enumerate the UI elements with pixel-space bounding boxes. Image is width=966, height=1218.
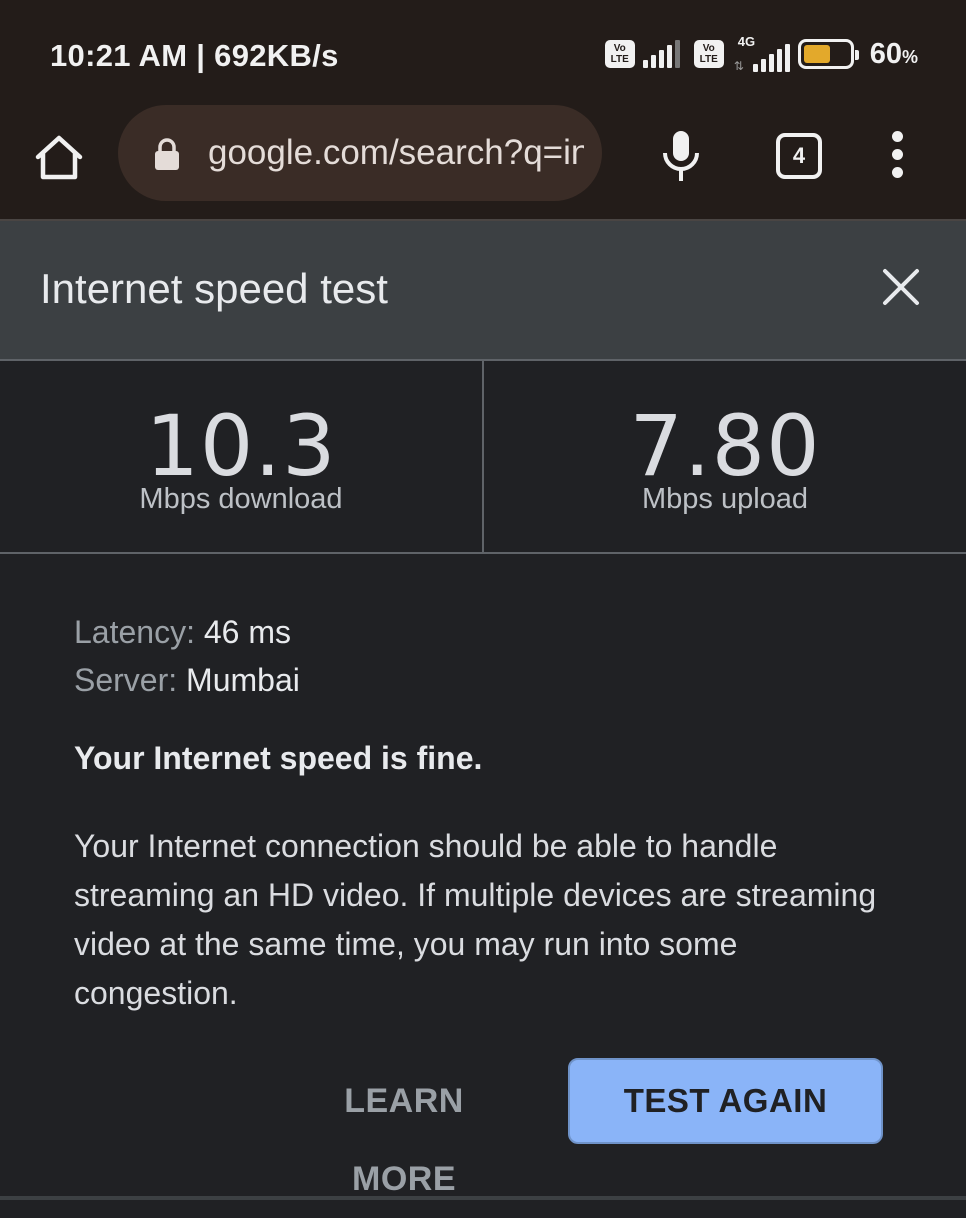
server-label: Server: <box>74 662 178 698</box>
volte-icon: Vo LTE <box>604 40 635 68</box>
status-bar: 10:21 AM | 692KB/s Vo LTE Vo LTE 4G ⇅ 60… <box>0 0 966 105</box>
volte-icon-line1: Vo <box>613 43 626 54</box>
speed-test-header: Internet speed test <box>0 221 966 359</box>
url-bar[interactable]: google.com/search?q=internet+speed+test <box>118 105 602 201</box>
learn-more-button[interactable]: LEARN MORE <box>288 1062 520 1198</box>
volte-icon: Vo LTE <box>693 40 724 68</box>
battery-icon <box>797 39 859 69</box>
network-4g-icon: 4G ⇅ <box>732 34 790 73</box>
test-again-button[interactable]: TEST AGAIN <box>568 1058 883 1144</box>
volte-icon-line1: Vo <box>702 43 715 54</box>
battery-percent-suffix: % <box>901 46 918 67</box>
speed-test-title: Internet speed test <box>40 265 388 312</box>
download-caption: Mbps download <box>139 483 343 515</box>
volte-icon-line2: LTE <box>699 54 718 65</box>
mic-icon <box>663 131 699 181</box>
upload-metric: 7.80 Mbps upload <box>484 361 966 554</box>
status-time-speed: 10:21 AM | 692KB/s <box>50 38 339 73</box>
latency-line: Latency: 46 ms <box>74 608 904 656</box>
battery-percent: 60% <box>870 38 918 71</box>
close-button[interactable] <box>876 262 926 312</box>
server-line: Server: Mumbai <box>74 656 904 704</box>
browser-toolbar: google.com/search?q=internet+speed+test … <box>0 105 966 221</box>
test-details: Latency: 46 ms Server: Mumbai <box>74 608 904 704</box>
download-metric: 10.3 Mbps download <box>0 361 482 554</box>
bottom-divider <box>0 1196 966 1200</box>
signal-icon <box>752 44 790 72</box>
latency-label: Latency: <box>74 614 195 650</box>
close-icon <box>883 269 919 305</box>
signal-icon <box>642 40 680 68</box>
speed-description: Your Internet connection should be able … <box>74 828 877 1011</box>
status-icons: Vo LTE Vo LTE 4G ⇅ 60% <box>604 34 918 74</box>
home-icon <box>35 135 83 180</box>
upload-value: 7.80 <box>629 397 821 495</box>
lock-icon <box>155 138 179 170</box>
speed-verdict: Your Internet speed is fine. <box>74 740 483 776</box>
latency-value: 46 ms <box>203 614 291 650</box>
upload-caption: Mbps upload <box>641 483 809 515</box>
download-value: 10.3 <box>145 397 337 495</box>
battery-level <box>803 45 831 63</box>
home-button[interactable] <box>32 131 86 185</box>
data-arrows-icon: ⇅ <box>733 59 744 73</box>
speed-results: 10.3 Mbps download 7.80 Mbps upload <box>0 359 966 554</box>
voice-search-button[interactable] <box>660 129 702 185</box>
url-text[interactable]: google.com/search?q=internet+speed+test <box>208 133 584 173</box>
battery-percent-value: 60 <box>869 37 902 70</box>
server-value: Mumbai <box>186 662 300 698</box>
tab-switcher-button[interactable]: 4 <box>776 133 822 179</box>
more-vert-icon[interactable] <box>886 131 908 185</box>
volte-icon-line2: LTE <box>610 54 629 65</box>
